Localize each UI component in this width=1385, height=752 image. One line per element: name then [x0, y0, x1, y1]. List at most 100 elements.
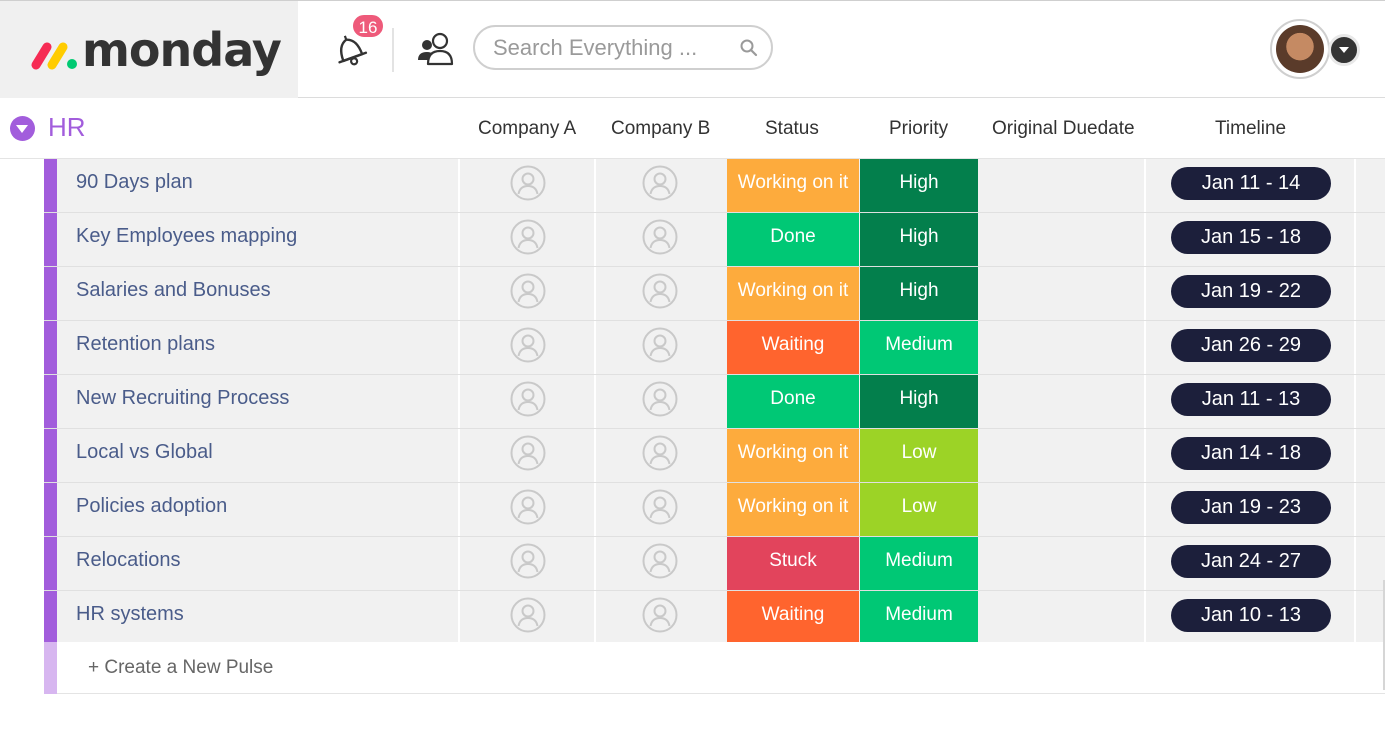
- timeline-pill[interactable]: Jan 10 - 13: [1171, 599, 1331, 632]
- status-cell[interactable]: Working on it: [727, 159, 859, 212]
- timeline-pill[interactable]: Jan 19 - 23: [1171, 491, 1331, 524]
- column-header-original-duedate[interactable]: Original Duedate: [992, 118, 1135, 140]
- timeline-pill[interactable]: Jan 11 - 13: [1171, 383, 1331, 416]
- status-cell[interactable]: Stuck: [727, 537, 859, 590]
- person-icon[interactable]: [642, 489, 678, 525]
- person-icon[interactable]: [510, 273, 546, 309]
- column-header-timeline[interactable]: Timeline: [1215, 118, 1286, 140]
- user-avatar[interactable]: [1270, 19, 1330, 79]
- timeline-pill[interactable]: Jan 14 - 18: [1171, 437, 1331, 470]
- person-icon[interactable]: [642, 327, 678, 363]
- status-cell[interactable]: Waiting: [727, 591, 859, 644]
- row-color-bar: [44, 642, 57, 694]
- cell-divider: [1144, 375, 1146, 428]
- cell-divider: [1144, 483, 1146, 536]
- person-icon[interactable]: [510, 435, 546, 471]
- table-row[interactable]: Key Employees mapping Done High Jan 15 - 18: [44, 213, 1385, 267]
- column-header-status[interactable]: Status: [765, 118, 819, 140]
- person-icon[interactable]: [642, 273, 678, 309]
- cell-divider: [1354, 159, 1356, 212]
- search-icon[interactable]: [739, 38, 759, 58]
- column-header-priority[interactable]: Priority: [889, 118, 948, 140]
- column-header-company-b[interactable]: Company B: [611, 118, 710, 140]
- person-icon[interactable]: [642, 219, 678, 255]
- pulse-name[interactable]: Salaries and Bonuses: [76, 279, 271, 302]
- cell-divider: [594, 267, 596, 320]
- cell-divider: [594, 429, 596, 482]
- cell-divider: [458, 321, 460, 374]
- timeline-pill[interactable]: Jan 26 - 29: [1171, 329, 1331, 362]
- chevron-down-icon[interactable]: [1328, 34, 1360, 66]
- pulse-name[interactable]: Local vs Global: [76, 441, 213, 464]
- pulse-name[interactable]: HR systems: [76, 603, 184, 626]
- logo-area[interactable]: monday: [0, 1, 298, 98]
- pulse-name[interactable]: New Recruiting Process: [76, 387, 289, 410]
- timeline-pill[interactable]: Jan 11 - 14: [1171, 167, 1331, 200]
- priority-cell[interactable]: Low: [860, 429, 978, 482]
- cell-divider: [1144, 537, 1146, 590]
- person-icon[interactable]: [510, 597, 546, 633]
- person-icon[interactable]: [510, 165, 546, 201]
- cell-divider: [1354, 429, 1356, 482]
- table-row[interactable]: 90 Days plan Working on it High Jan 11 - 14: [44, 159, 1385, 213]
- cell-divider: [1354, 375, 1356, 428]
- person-icon[interactable]: [642, 165, 678, 201]
- priority-cell[interactable]: High: [860, 213, 978, 266]
- person-icon[interactable]: [642, 435, 678, 471]
- group-title[interactable]: HR: [48, 112, 86, 143]
- table-row[interactable]: Salaries and Bonuses Working on it High Jan…: [44, 267, 1385, 321]
- timeline-pill[interactable]: Jan 24 - 27: [1171, 545, 1331, 578]
- cell-divider: [458, 591, 460, 644]
- pulse-name[interactable]: 90 Days plan: [76, 171, 193, 194]
- priority-cell[interactable]: High: [860, 267, 978, 320]
- table-row[interactable]: Relocations Stuck Medium Jan 24 - 27: [44, 537, 1385, 591]
- search-input[interactable]: [493, 35, 733, 61]
- table-row[interactable]: Retention plans Waiting Medium Jan 26 - 29: [44, 321, 1385, 375]
- cell-divider: [458, 375, 460, 428]
- row-color-bar: [44, 429, 57, 482]
- timeline-pill[interactable]: Jan 19 - 22: [1171, 275, 1331, 308]
- status-cell[interactable]: Working on it: [727, 483, 859, 536]
- priority-cell[interactable]: High: [860, 375, 978, 428]
- person-icon[interactable]: [510, 381, 546, 417]
- table-row[interactable]: Policies adoption Working on it Low Jan 19 …: [44, 483, 1385, 537]
- pulse-name[interactable]: Relocations: [76, 549, 181, 572]
- toolbar-divider: [392, 28, 394, 72]
- row-color-bar: [44, 483, 57, 536]
- pulse-name[interactable]: Policies adoption: [76, 495, 227, 518]
- person-icon[interactable]: [642, 597, 678, 633]
- person-icon[interactable]: [510, 543, 546, 579]
- table-row[interactable]: Local vs Global Working on it Low Jan 14 - …: [44, 429, 1385, 483]
- priority-cell[interactable]: Low: [860, 483, 978, 536]
- create-pulse-row[interactable]: + Create a New Pulse: [44, 642, 1385, 694]
- person-icon[interactable]: [642, 381, 678, 417]
- logo-text: monday: [82, 23, 282, 77]
- status-cell[interactable]: Waiting: [727, 321, 859, 374]
- monday-logo-icon: [31, 42, 77, 70]
- timeline-pill[interactable]: Jan 15 - 18: [1171, 221, 1331, 254]
- status-cell[interactable]: Done: [727, 213, 859, 266]
- cell-divider: [594, 213, 596, 266]
- status-cell[interactable]: Working on it: [727, 267, 859, 320]
- group-collapse-icon[interactable]: [10, 116, 35, 141]
- priority-cell[interactable]: High: [860, 159, 978, 212]
- people-icon[interactable]: [416, 28, 456, 68]
- status-cell[interactable]: Done: [727, 375, 859, 428]
- person-icon[interactable]: [642, 543, 678, 579]
- priority-cell[interactable]: Medium: [860, 591, 978, 644]
- person-icon[interactable]: [510, 219, 546, 255]
- person-icon[interactable]: [510, 327, 546, 363]
- cell-divider: [1354, 483, 1356, 536]
- table-row[interactable]: New Recruiting Process Done High Jan 11 - 1…: [44, 375, 1385, 429]
- pulse-name[interactable]: Retention plans: [76, 333, 215, 356]
- table-row[interactable]: HR systems Waiting Medium Jan 10 - 13: [44, 591, 1385, 645]
- priority-cell[interactable]: Medium: [860, 537, 978, 590]
- search-box[interactable]: [473, 25, 773, 70]
- column-header-company-a[interactable]: Company A: [478, 118, 576, 140]
- create-pulse-label[interactable]: + Create a New Pulse: [88, 657, 273, 679]
- person-icon[interactable]: [510, 489, 546, 525]
- notification-badge[interactable]: 16: [351, 13, 385, 39]
- pulse-name[interactable]: Key Employees mapping: [76, 225, 297, 248]
- priority-cell[interactable]: Medium: [860, 321, 978, 374]
- status-cell[interactable]: Working on it: [727, 429, 859, 482]
